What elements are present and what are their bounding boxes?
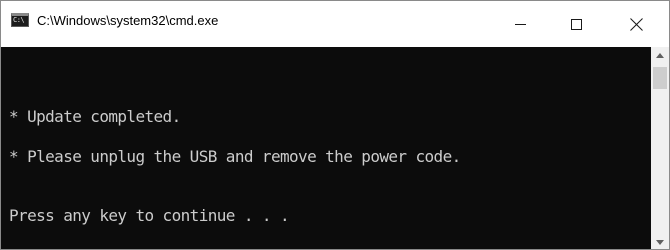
cmd-icon[interactable]: C:\ [11,13,29,27]
cmd-icon-glyph: C:\ [13,16,25,24]
console-line: * Please unplug the USB and remove the p… [9,147,461,166]
close-icon [630,18,643,31]
maximize-icon [570,18,582,30]
scrollbar-thumb[interactable] [653,67,667,89]
console-line: * Update completed. [9,107,181,126]
close-button[interactable] [613,1,659,47]
console-output[interactable]: * Update completed. * Please unplug the … [1,47,651,249]
console-line: Press any key to continue . . . [9,206,290,225]
minimize-button[interactable] [497,1,543,47]
title-bar[interactable]: C:\ C:\Windows\system32\cmd.exe [1,1,669,47]
scroll-up-arrow-icon [656,52,664,58]
window-title: C:\Windows\system32\cmd.exe [37,13,219,28]
scroll-up-button[interactable] [651,47,669,63]
minimize-icon [514,23,526,25]
cmd-window: C:\ C:\Windows\system32\cmd.exe * Update… [0,0,670,250]
scroll-down-arrow-icon [656,239,664,245]
vertical-scrollbar[interactable] [651,47,669,249]
scroll-down-button[interactable] [651,234,669,249]
maximize-button[interactable] [553,1,599,47]
